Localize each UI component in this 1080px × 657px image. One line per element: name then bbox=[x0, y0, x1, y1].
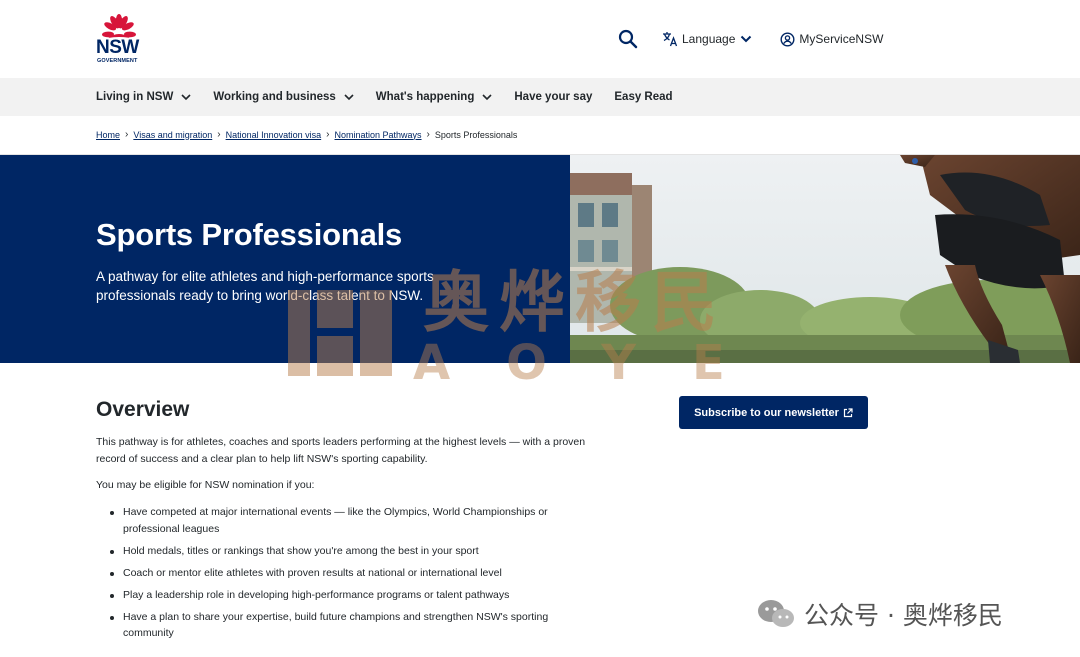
breadcrumb-separator-icon: › bbox=[217, 129, 221, 140]
breadcrumb-link-nomination-pathways[interactable]: Nomination Pathways bbox=[335, 130, 422, 140]
hero-image-athlete bbox=[570, 155, 1080, 363]
language-button[interactable]: Language bbox=[662, 31, 752, 47]
search-icon bbox=[618, 29, 638, 49]
nav-item-label: Easy Read bbox=[614, 91, 673, 103]
myservicensw-link[interactable]: MyServiceNSW bbox=[780, 31, 884, 47]
breadcrumb-current: Sports Professionals bbox=[434, 129, 518, 140]
chevron-down-icon bbox=[741, 35, 752, 43]
breadcrumb-separator-icon: › bbox=[125, 129, 129, 140]
hero-banner: Sports Professionals A pathway for elite… bbox=[0, 155, 1080, 363]
nav-item-easy-read[interactable]: Easy Read bbox=[614, 91, 672, 103]
breadcrumb: Home › Visas and migration › National In… bbox=[96, 129, 517, 140]
site-header: NSW GOVERNMENT Language MyServiceNSW bbox=[0, 0, 1080, 78]
search-button[interactable] bbox=[618, 29, 638, 49]
logo-text: NSW bbox=[96, 37, 139, 58]
chevron-down-icon bbox=[181, 93, 191, 100]
chevron-down-icon bbox=[482, 93, 492, 100]
nav-item-working-and-business[interactable]: Working and business bbox=[213, 91, 354, 103]
nsw-government-logo[interactable]: NSW GOVERNMENT bbox=[96, 12, 146, 68]
wechat-account-label: 公众号 · 奥烨移民 bbox=[804, 601, 1003, 630]
subscribe-label: Subscribe to our newsletter bbox=[694, 406, 839, 419]
nav-item-living-in-nsw[interactable]: Living in NSW bbox=[96, 91, 191, 103]
nav-item-label: Working and business bbox=[213, 91, 336, 103]
subscribe-newsletter-button[interactable]: Subscribe to our newsletter bbox=[679, 396, 868, 429]
nav-item-label: What's happening bbox=[375, 91, 475, 103]
logo-subtext: GOVERNMENT bbox=[97, 58, 138, 64]
list-item: Have competed at major international eve… bbox=[108, 504, 588, 537]
nav-item-whats-happening[interactable]: What's happening bbox=[376, 91, 493, 103]
breadcrumb-link-home[interactable]: Home bbox=[96, 130, 120, 140]
list-item: Hold medals, titles or rankings that sho… bbox=[108, 543, 588, 560]
user-account-icon bbox=[780, 31, 795, 47]
translate-icon bbox=[663, 32, 678, 47]
nav-item-label: Living in NSW bbox=[96, 91, 174, 103]
hero-subtitle: A pathway for elite athletes and high-pe… bbox=[96, 269, 434, 303]
list-item: Have a plan to share your expertise, bui… bbox=[108, 609, 588, 642]
page-title: Sports Professionals bbox=[96, 217, 403, 252]
myservicensw-label: MyServiceNSW bbox=[799, 32, 884, 46]
hero-text-panel: Sports Professionals A pathway for elite… bbox=[0, 155, 570, 363]
external-link-icon bbox=[843, 407, 853, 417]
breadcrumb-separator-icon: › bbox=[326, 129, 330, 140]
chevron-down-icon bbox=[344, 93, 354, 100]
header-utilities: Language MyServiceNSW bbox=[618, 28, 883, 50]
nav-item-label: Have your say bbox=[514, 91, 593, 103]
wechat-icon bbox=[758, 600, 794, 627]
list-item: Coach or mentor elite athletes with prov… bbox=[108, 565, 588, 582]
list-item: Play a leadership role in developing hig… bbox=[108, 587, 588, 604]
breadcrumb-link-innovation-visa[interactable]: National Innovation visa bbox=[226, 130, 322, 140]
eligibility-list: Have competed at major international eve… bbox=[108, 504, 588, 647]
breadcrumb-separator-icon: › bbox=[426, 129, 430, 140]
overview-heading: Overview bbox=[96, 398, 190, 421]
language-label: Language bbox=[682, 32, 736, 46]
athlete-photo-image bbox=[570, 155, 1080, 363]
breadcrumb-link-visas[interactable]: Visas and migration bbox=[133, 130, 212, 140]
overview-paragraph: This pathway is for athletes, coaches an… bbox=[96, 436, 586, 465]
main-navigation: Living in NSW Working and business What'… bbox=[0, 78, 1080, 116]
wechat-watermark: 公众号 · 奥烨移民 bbox=[756, 596, 1003, 632]
eligibility-intro: You may be eligible for NSW nomination i… bbox=[96, 479, 315, 491]
nav-item-have-your-say[interactable]: Have your say bbox=[514, 91, 592, 103]
